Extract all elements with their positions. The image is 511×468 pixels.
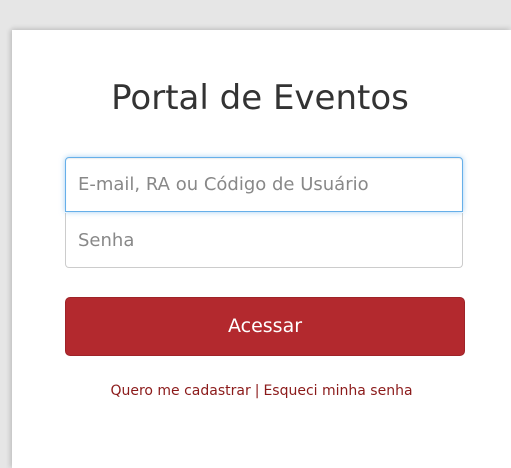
link-separator: |: [254, 383, 260, 399]
login-card: Portal de Eventos Acessar Quero me cadas…: [12, 30, 511, 468]
login-button[interactable]: Acessar: [65, 297, 465, 356]
page-title: Portal de Eventos: [111, 78, 409, 118]
auth-links: Quero me cadastrar | Esqueci minha senha: [12, 383, 511, 399]
login-input[interactable]: [65, 157, 463, 212]
register-link[interactable]: Quero me cadastrar: [110, 383, 250, 399]
forgot-password-link[interactable]: Esqueci minha senha: [263, 383, 412, 399]
password-input[interactable]: [65, 213, 463, 268]
